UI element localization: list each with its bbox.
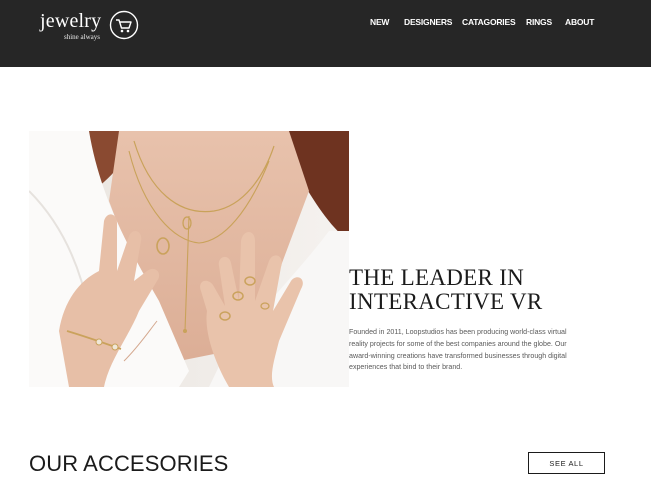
nav-link-new[interactable]: NEW <box>370 17 389 27</box>
site-header: jewelry shine always NEW DESIGNERS CATAG… <box>0 0 651 67</box>
nav-link-rings[interactable]: RINGS <box>526 17 552 27</box>
see-all-button[interactable]: SEE ALL <box>528 452 605 474</box>
nav-link-categories[interactable]: CATAGORIES <box>462 17 516 27</box>
nav-link-designers[interactable]: DESIGNERS <box>404 17 452 27</box>
logo-wordmark: jewelry <box>40 10 102 32</box>
logo[interactable]: jewelry shine always <box>40 8 150 48</box>
hero-title: THE LEADER IN INTERACTIVE VR <box>349 266 543 314</box>
shopping-cart-icon <box>109 10 139 40</box>
hero-description: Founded in 2011, Loopstudios has been pr… <box>349 328 567 372</box>
accessories-heading: OUR ACCESORIES <box>29 451 229 476</box>
logo-tagline: shine always <box>64 33 100 41</box>
nav-link-about[interactable]: ABOUT <box>565 17 594 27</box>
hero-image <box>29 131 349 387</box>
hero-title-line-2: INTERACTIVE VR <box>349 289 543 314</box>
hero-text-card: THE LEADER IN INTERACTIVE VR Founded in … <box>349 228 609 388</box>
hero-title-line-1: THE LEADER IN <box>349 265 525 290</box>
